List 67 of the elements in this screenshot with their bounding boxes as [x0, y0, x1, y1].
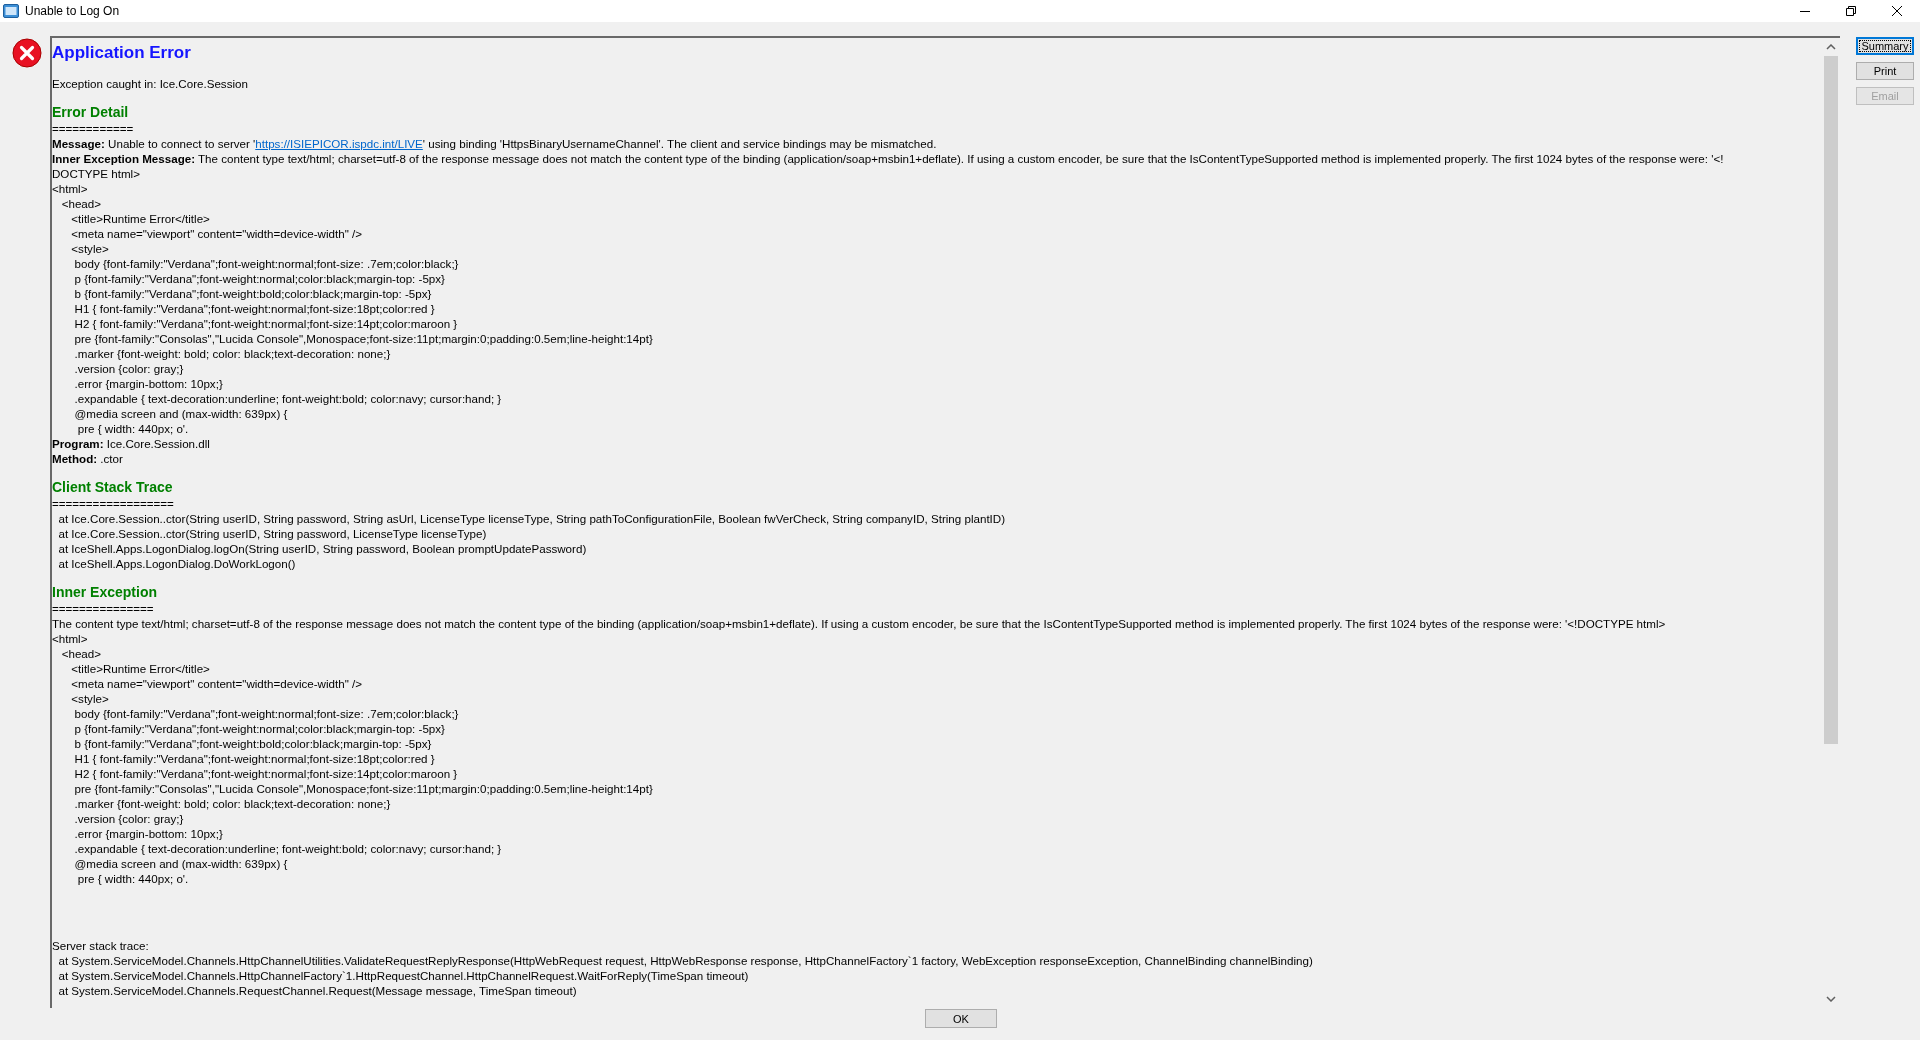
detail-text: Inner Exception Message: The content type text/html; charset=utf-8 of the response message does not match the content type of the binding (application/soap+msbin1+deflate). If using a custom encoder, be sure that the IsContentTypeSupported method is implemented properly. The first 1024 bytes of the response were: '<! — [52, 151, 1725, 166]
detail-text: at Ice.Core.Session..ctor(String userID, String password, String asUrl, LicenseType licenseType, String pathToConfigurationFile, Boolean fwVerCheck, String companyID, String plantID) — [57, 511, 1007, 526]
ok-button[interactable]: OK — [925, 1009, 997, 1028]
detail-text: H2 { font-family:"Verdana";font-weight:normal;font-size:14pt;color:maroon } — [73, 316, 459, 331]
side-button[interactable]: Print — [1856, 62, 1914, 80]
detail-text: at Ice.Core.Session..ctor(String userID, String password, LicenseType licenseType) — [57, 526, 488, 541]
server-link[interactable]: https://ISIEPICOR.ispdc.int/LIVE — [255, 137, 423, 150]
detail-text: <style> — [70, 241, 110, 256]
detail-text: pre { width: 440px; o'. — [76, 421, 190, 436]
detail-text: <title>Runtime Error</title> — [70, 661, 211, 676]
detail-text: H1 { font-family:"Verdana";font-weight:normal;font-size:18pt;color:red } — [73, 751, 436, 766]
detail-text: .error {margin-bottom: 10px;} — [73, 826, 224, 841]
detail-text: Server stack trace: — [52, 938, 150, 953]
detail-text: at System.ServiceModel.Channels.HttpChannelUtilities.ValidateRequestReplyResponse(HttpWebRequest request, HttpWebResponse response, HttpChannelFactory`1 factory, WebException responseException, ChannelBinding channelBinding) — [57, 953, 1314, 968]
detail-text: =============== — [52, 601, 155, 616]
detail-text: <html> — [52, 631, 89, 646]
detail-text: Exception caught in: Ice.Core.Session — [52, 76, 249, 91]
detail-text: p {font-family:"Verdana";font-weight:normal;color:black;margin-top: -5px} — [73, 721, 446, 736]
window-title: Unable to Log On — [25, 4, 121, 18]
detail-text: body {font-family:"Verdana";font-weight:normal;font-size: .7em;color:black;} — [73, 706, 460, 721]
detail-text: <html> — [52, 181, 89, 196]
detail-text: .version {color: gray;} — [73, 361, 185, 376]
detail-text: Message: Unable to connect to server 'https://ISIEPICOR.ispdc.int/LIVE' using binding 'HttpsBinaryUsernameChannel'. The client and service bindings may be mismatched. — [52, 136, 938, 151]
detail-text: H2 { font-family:"Verdana";font-weight:normal;font-size:14pt;color:maroon } — [73, 766, 459, 781]
detail-text: p {font-family:"Verdana";font-weight:normal;color:black;margin-top: -5px} — [73, 271, 446, 286]
scroll-up-icon[interactable] — [1826, 44, 1836, 50]
detail-text: DOCTYPE html> — [52, 166, 141, 181]
detail-text: .expandable { text-decoration:underline; font-weight:bold; color:navy; cursor:hand; } — [73, 391, 503, 406]
detail-text: pre { width: 440px; o'. — [76, 871, 190, 886]
detail-text: b {font-family:"Verdana";font-weight:bold;color:black;margin-top: -5px} — [73, 736, 433, 751]
restore-icon — [1846, 6, 1856, 16]
error-heading: Application Error — [52, 42, 192, 64]
detail-text: <head> — [60, 646, 102, 661]
close-icon — [1892, 6, 1902, 16]
error-icon — [12, 38, 42, 68]
detail-text: .error {margin-bottom: 10px;} — [73, 376, 224, 391]
detail-text: <style> — [70, 691, 110, 706]
detail-text: body {font-family:"Verdana";font-weight:normal;font-size: .7em;color:black;} — [73, 256, 460, 271]
detail-text: b {font-family:"Verdana";font-weight:bold;color:black;margin-top: -5px} — [73, 286, 433, 301]
detail-text: .marker {font-weight: bold; color: black;text-decoration: none;} — [73, 796, 392, 811]
section-heading: Error Detail — [52, 103, 130, 121]
detail-text: <head> — [60, 196, 102, 211]
section-heading: Client Stack Trace — [52, 478, 174, 496]
detail-text: Method: .ctor — [52, 451, 124, 466]
detail-text: ================== — [52, 496, 175, 511]
detail-text: at System.ServiceModel.Channels.HttpChannelFactory`1.HttpRequestChannel.HttpChannelRequest.WaitForReply(TimeSpan timeout) — [57, 968, 750, 983]
detail-text: @media screen and (max-width: 639px) { — [73, 856, 289, 871]
detail-text: .marker {font-weight: bold; color: black;text-decoration: none;} — [73, 346, 392, 361]
detail-text: @media screen and (max-width: 639px) { — [73, 406, 289, 421]
detail-text: at IceShell.Apps.LogonDialog.logOn(String userID, String password, Boolean promptUpdatePassword) — [57, 541, 588, 556]
side-button[interactable]: Summary — [1856, 37, 1914, 55]
detail-text: <title>Runtime Error</title> — [70, 211, 211, 226]
detail-text: pre {font-family:"Consolas","Lucida Console",Monospace;font-size:11pt;margin:0;padding:0.5em;line-height:14pt} — [73, 781, 654, 796]
section-heading: Inner Exception — [52, 583, 159, 601]
detail-text: Program: Ice.Core.Session.dll — [52, 436, 211, 451]
detail-text: H1 { font-family:"Verdana";font-weight:normal;font-size:18pt;color:red } — [73, 301, 436, 316]
app-icon — [3, 4, 19, 18]
detail-text: The content type text/html; charset=utf-8 of the response message does not match the content type of the binding (application/soap+msbin1+deflate). If using a custom encoder, be sure that the IsContentTypeSupported method is implemented properly. The first 1024 bytes of the response were: '<!DOCTYPE html> — [52, 616, 1667, 631]
detail-text: <meta name="viewport" content="width=device-width" /> — [70, 676, 363, 691]
detail-text: .expandable { text-decoration:underline; font-weight:bold; color:navy; cursor:hand; } — [73, 841, 503, 856]
scroll-down-icon[interactable] — [1826, 996, 1836, 1002]
detail-text: at IceShell.Apps.LogonDialog.DoWorkLogon() — [57, 556, 297, 571]
detail-text: at System.ServiceModel.Channels.RequestChannel.Request(Message message, TimeSpan timeout) — [57, 983, 578, 998]
detail-text: <meta name="viewport" content="width=device-width" /> — [70, 226, 363, 241]
detail-text: ============ — [52, 121, 135, 136]
detail-text: .version {color: gray;} — [73, 811, 185, 826]
detail-text: pre {font-family:"Consolas","Lucida Console",Monospace;font-size:11pt;margin:0;padding:0.5em;line-height:14pt} — [73, 331, 654, 346]
